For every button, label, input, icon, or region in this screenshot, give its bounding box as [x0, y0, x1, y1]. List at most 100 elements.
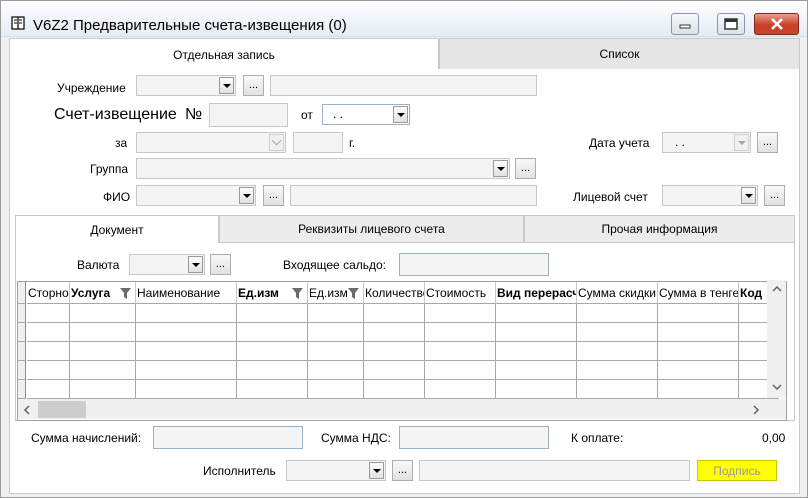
tab-other-info[interactable]: Прочая информация [524, 215, 795, 243]
column-header[interactable]: Сторно [27, 282, 70, 304]
currency-combo[interactable] [129, 254, 205, 275]
horizontal-scrollbar[interactable] [18, 399, 786, 419]
grid-cell[interactable] [308, 342, 364, 361]
grid-cell[interactable] [425, 342, 496, 361]
grid-cell[interactable] [27, 380, 70, 399]
filter-icon[interactable] [119, 287, 132, 300]
institution-lookup-button[interactable]: ... [243, 75, 264, 96]
scroll-right-icon[interactable] [752, 404, 760, 418]
period-combo[interactable] [136, 132, 286, 153]
column-header[interactable]: Наименование [136, 282, 237, 304]
column-header[interactable]: Сумма в тенге [658, 282, 739, 304]
vertical-scrollbar[interactable] [767, 280, 786, 398]
grid-cell[interactable] [27, 304, 70, 323]
grid-cell[interactable] [308, 361, 364, 380]
year-field[interactable] [293, 132, 343, 153]
accounting-date-field[interactable]: . . [662, 132, 751, 153]
column-header[interactable]: Сумма скидки [577, 282, 658, 304]
grid-cell[interactable] [425, 304, 496, 323]
grid-cell[interactable] [496, 304, 577, 323]
column-header[interactable]: Стоимость [425, 282, 496, 304]
grid-cell[interactable] [577, 323, 658, 342]
grid-cell[interactable] [136, 342, 237, 361]
row-indicator[interactable] [18, 342, 26, 361]
grid-cell[interactable] [658, 380, 739, 399]
currency-lookup-button[interactable]: ... [210, 254, 231, 275]
grid-cell[interactable] [364, 380, 425, 399]
tab-list[interactable]: Список [439, 38, 800, 70]
grid-cell[interactable] [496, 323, 577, 342]
column-header[interactable]: Вид перерасчета [496, 282, 577, 304]
grid-cell[interactable] [577, 304, 658, 323]
grid-cell[interactable] [308, 323, 364, 342]
grid-cell[interactable] [364, 323, 425, 342]
accounting-date-lookup-button[interactable]: ... [757, 132, 778, 153]
tab-account-details[interactable]: Реквизиты лицевого счета [219, 215, 524, 243]
column-header[interactable]: Ед.изм [308, 282, 364, 304]
column-header[interactable]: Услуга [70, 282, 136, 304]
personal-account-lookup-button[interactable]: ... [764, 185, 785, 206]
tab-single-record[interactable]: Отдельная запись [9, 38, 439, 70]
personal-account-combo[interactable] [662, 185, 758, 206]
scroll-left-icon[interactable] [23, 404, 31, 418]
grid-cell[interactable] [70, 380, 136, 399]
institution-combo[interactable] [136, 75, 236, 96]
grid-cell[interactable] [658, 304, 739, 323]
executor-combo[interactable] [286, 460, 386, 481]
grid-cell[interactable] [237, 361, 308, 380]
grid-cell[interactable] [70, 342, 136, 361]
grid-cell[interactable] [364, 361, 425, 380]
row-indicator[interactable] [18, 304, 26, 323]
horizontal-scroll-thumb[interactable] [38, 401, 86, 418]
minimize-button[interactable] [671, 13, 699, 35]
grid-cell[interactable] [658, 342, 739, 361]
grid-cell[interactable] [496, 361, 577, 380]
row-indicator[interactable] [18, 323, 26, 342]
grid-cell[interactable] [425, 323, 496, 342]
grid-cell[interactable] [237, 304, 308, 323]
group-combo[interactable] [136, 158, 510, 179]
group-lookup-button[interactable]: ... [515, 158, 536, 179]
grid-cell[interactable] [136, 361, 237, 380]
grid-cell[interactable] [425, 361, 496, 380]
maximize-button[interactable] [717, 13, 745, 35]
grid-cell[interactable] [364, 342, 425, 361]
grid-cell[interactable] [308, 380, 364, 399]
grid-cell[interactable] [658, 361, 739, 380]
invoice-number-field[interactable] [209, 103, 288, 127]
filter-icon[interactable] [347, 287, 360, 300]
scroll-down-icon[interactable] [772, 380, 782, 394]
sign-button[interactable]: Подпись [697, 460, 777, 481]
row-indicator[interactable] [18, 361, 26, 380]
grid-cell[interactable] [425, 380, 496, 399]
grid-cell[interactable] [237, 342, 308, 361]
grid-cell[interactable] [136, 380, 237, 399]
grid-cell[interactable] [496, 342, 577, 361]
filter-icon[interactable] [291, 287, 304, 300]
executor-lookup-button[interactable]: ... [392, 460, 413, 481]
grid-cell[interactable] [27, 342, 70, 361]
grid-cell[interactable] [577, 380, 658, 399]
fio-lookup-button[interactable]: ... [263, 185, 284, 206]
close-button[interactable] [754, 13, 799, 35]
invoice-date-field[interactable]: . . [322, 104, 410, 125]
grid-cell[interactable] [237, 380, 308, 399]
grid-cell[interactable] [496, 380, 577, 399]
scroll-up-icon[interactable] [772, 282, 782, 296]
row-indicator[interactable] [18, 380, 26, 399]
grid-cell[interactable] [237, 323, 308, 342]
grid-cell[interactable] [70, 323, 136, 342]
grid-cell[interactable] [136, 304, 237, 323]
grid-cell[interactable] [577, 342, 658, 361]
grid-cell[interactable] [136, 323, 237, 342]
column-header[interactable]: Количество [364, 282, 425, 304]
grid-cell[interactable] [70, 304, 136, 323]
grid-cell[interactable] [308, 304, 364, 323]
grid-cell[interactable] [27, 323, 70, 342]
grid-cell[interactable] [364, 304, 425, 323]
grid-cell[interactable] [27, 361, 70, 380]
fio-combo[interactable] [136, 185, 256, 206]
incoming-balance-field[interactable] [399, 253, 549, 276]
column-header[interactable]: Ед.изм [237, 282, 308, 304]
tab-document[interactable]: Документ [15, 215, 219, 244]
